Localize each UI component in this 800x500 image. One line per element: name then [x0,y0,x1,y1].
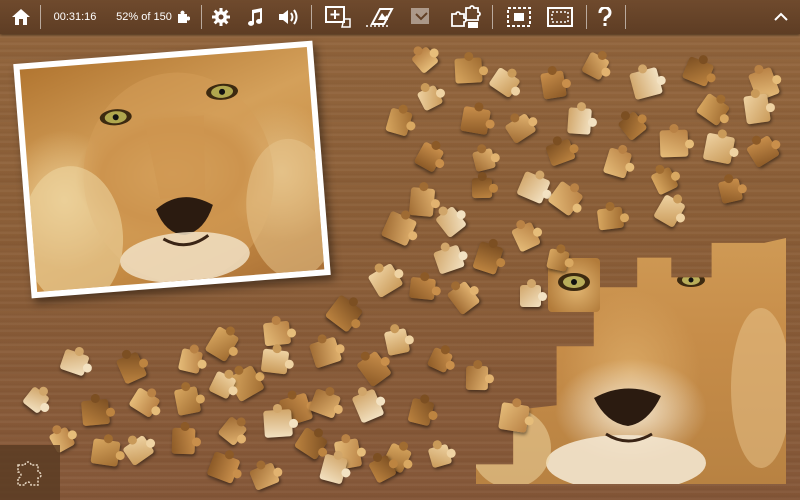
music-note-icon [248,8,263,26]
timer: 00:31:16 [50,0,100,34]
settings-button[interactable] [208,0,234,34]
add-frame-icon [325,6,351,28]
help-icon [598,7,612,26]
puzzle-piece[interactable] [460,101,496,136]
puzzle-piece[interactable] [408,181,441,217]
puzzle-piece[interactable] [260,343,295,375]
puzzle-piece[interactable] [465,359,495,391]
puzzle-piece[interactable] [262,315,297,347]
toolbar: 00:31:16 52% of 150 [0,0,800,34]
speaker-icon [279,9,298,25]
progress-text: 52% of 150 [116,11,172,23]
sort-pieces-button[interactable] [446,0,484,34]
puzzle-outline-icon [17,460,42,486]
lion-image [19,47,325,292]
puzzle-piece[interactable] [408,271,442,301]
edge-pieces-button[interactable] [502,0,536,34]
home-icon [12,9,30,25]
puzzle-piece[interactable] [263,403,299,438]
box-icon [411,8,429,24]
puzzle-piece[interactable] [454,51,489,84]
sort-pieces-icon [451,5,481,28]
help-button[interactable] [594,0,616,34]
puzzle-piece[interactable] [383,323,415,357]
puzzle-piece[interactable] [80,393,116,427]
progress-indicator: 52% of 150 [113,0,193,34]
home-button[interactable] [8,0,34,34]
collapse-toolbar-button[interactable] [770,0,792,34]
reference-photo[interactable] [13,40,331,299]
timer-text: 00:31:16 [53,11,97,23]
border-frame-icon [547,7,573,27]
puzzle-piece[interactable] [717,173,748,205]
gear-icon [212,8,230,26]
puzzle-piece[interactable] [498,397,535,434]
piece-tray-button[interactable] [0,445,60,500]
ghost-image-icon [366,8,394,27]
puzzle-piece-icon [177,10,190,23]
add-frame-button[interactable] [322,0,356,34]
puzzle-piece[interactable] [702,128,740,165]
puzzle-piece[interactable] [173,381,206,416]
puzzle-piece[interactable] [471,171,499,199]
edge-pieces-icon [507,7,531,27]
puzzle-piece[interactable] [540,65,572,100]
border-frame-button[interactable] [543,0,577,34]
sound-button[interactable] [275,0,303,34]
box-button[interactable] [404,0,438,34]
puzzle-piece[interactable] [659,123,695,158]
ghost-image-button[interactable] [362,0,396,34]
puzzle-piece[interactable] [546,243,575,272]
puzzle-piece[interactable] [90,433,126,467]
puzzle-piece[interactable] [596,201,630,231]
puzzle-piece[interactable] [171,421,202,455]
music-button[interactable] [242,0,268,34]
puzzle-piece[interactable] [567,101,598,135]
puzzle-piece[interactable] [743,88,776,125]
chevron-up-icon [774,12,788,21]
puzzle-piece[interactable] [520,279,547,307]
